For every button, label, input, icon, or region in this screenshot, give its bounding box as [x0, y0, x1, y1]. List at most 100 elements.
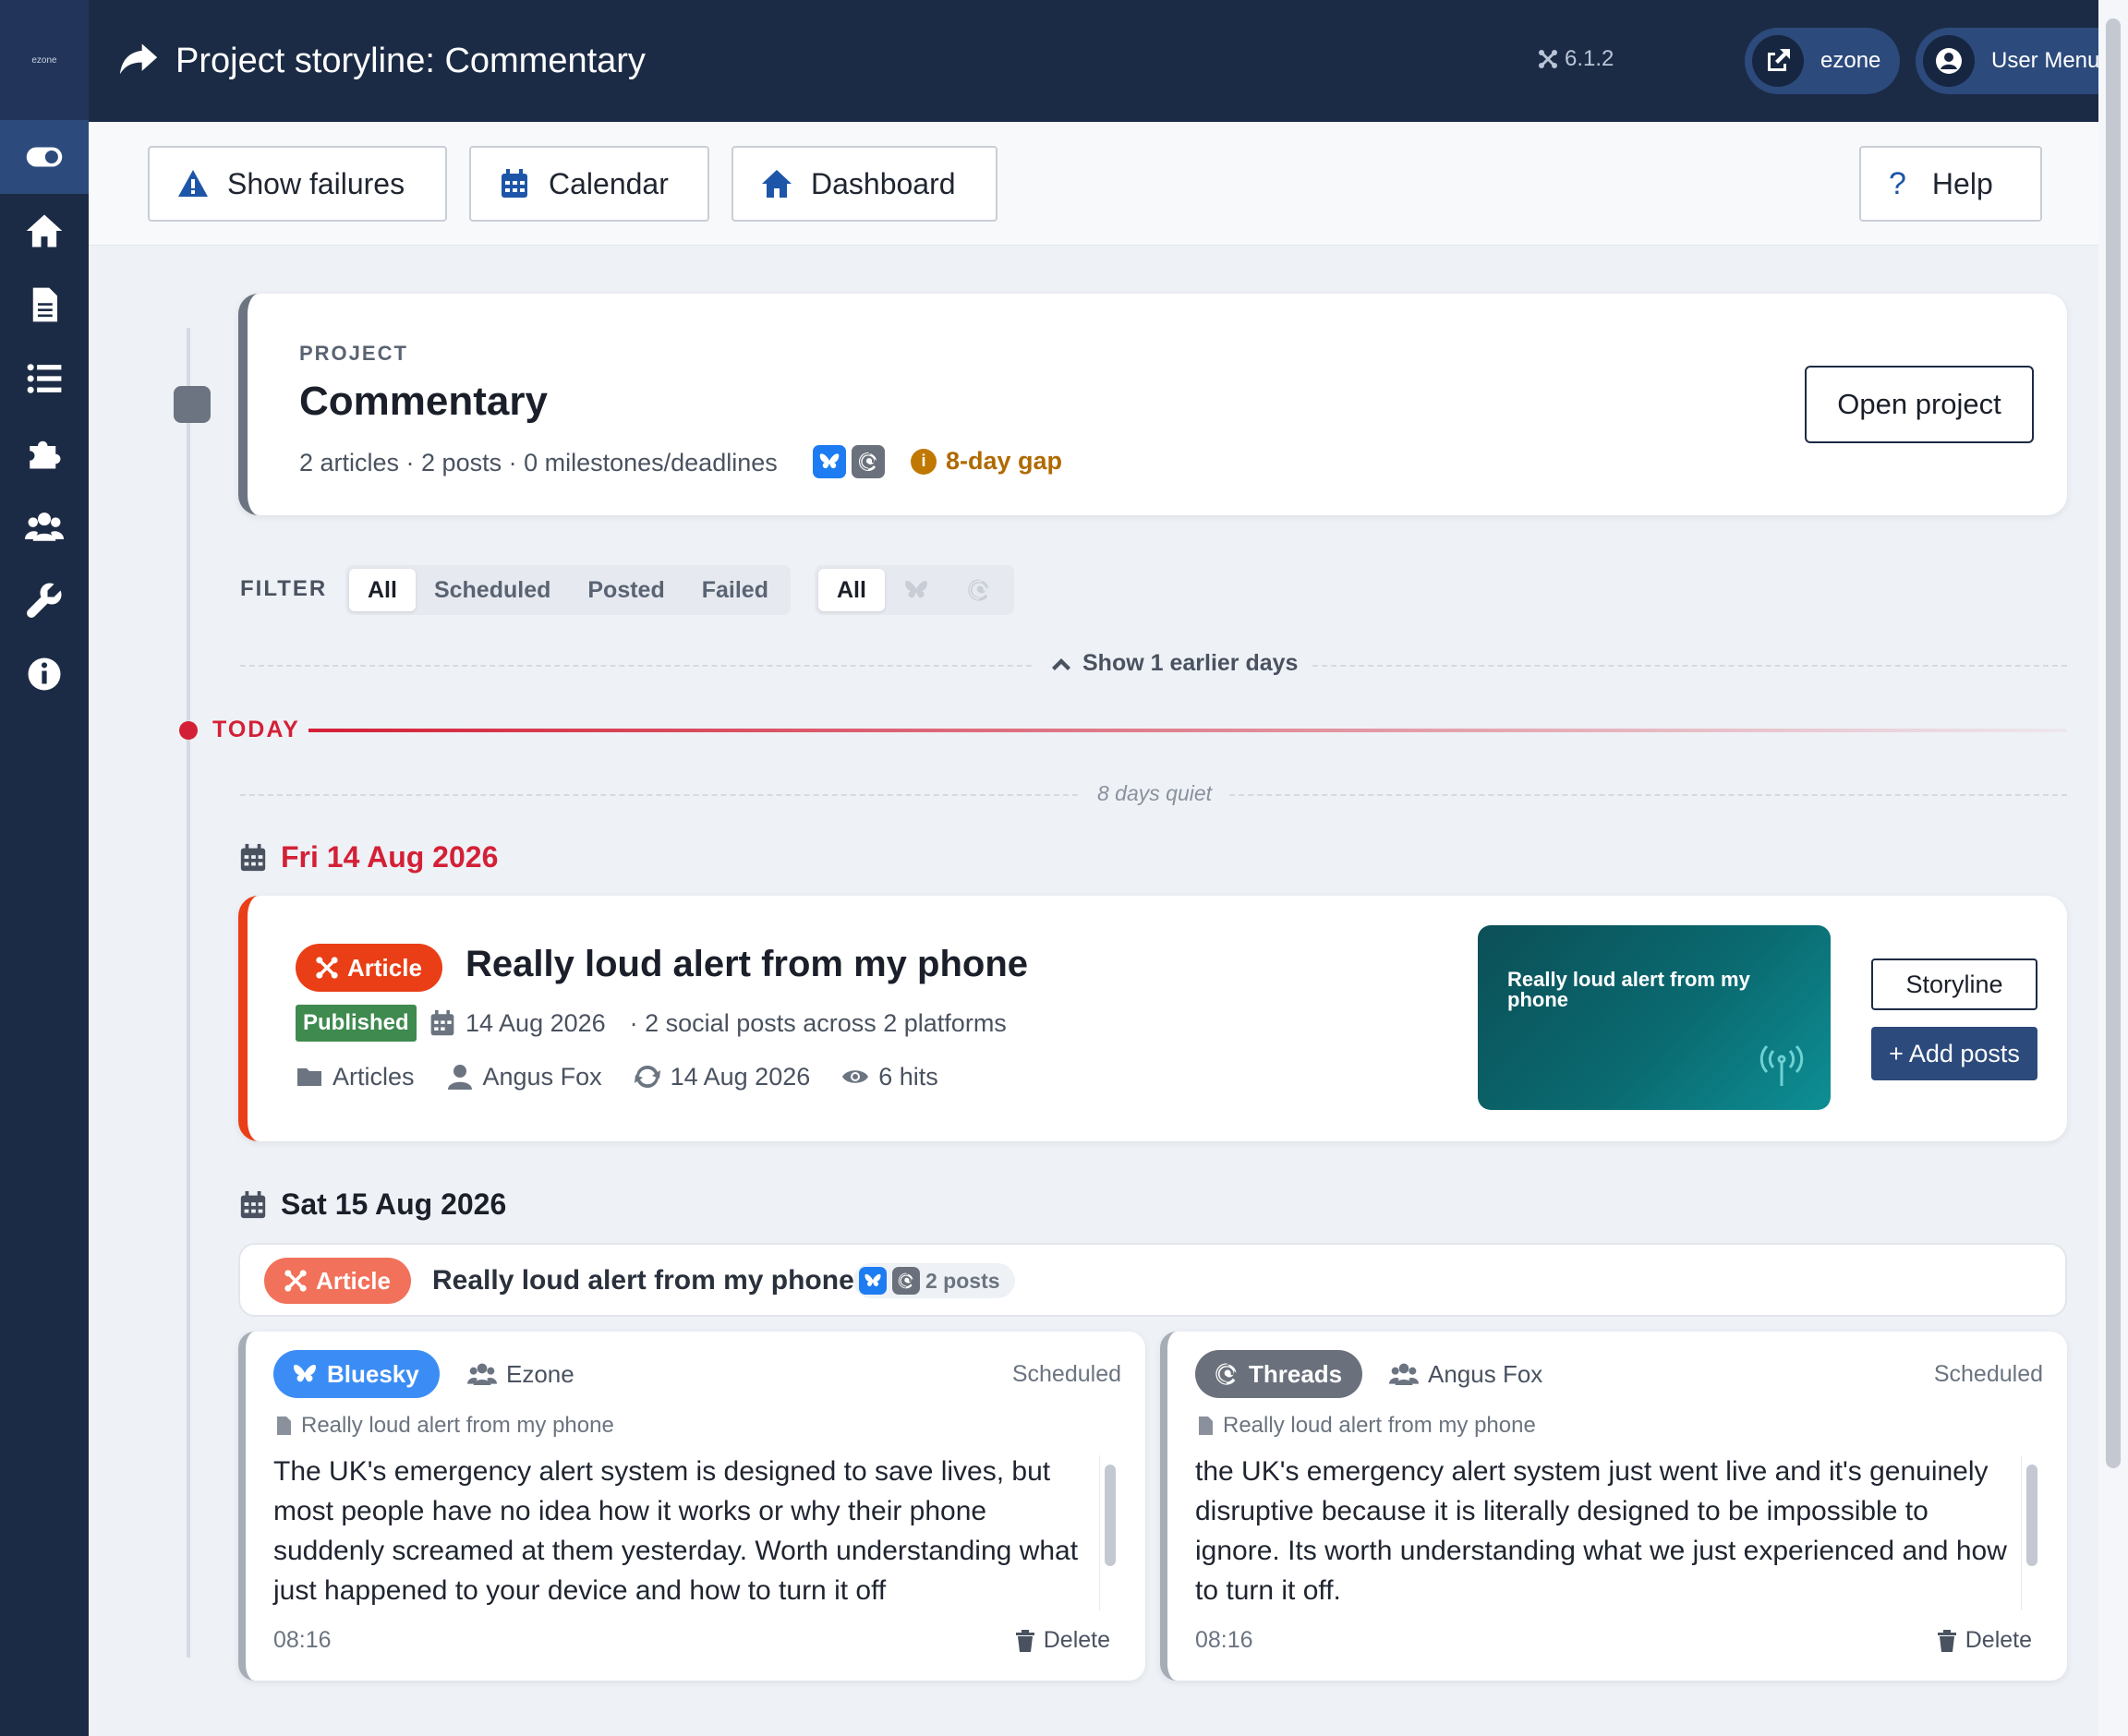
show-failures-label: Show failures: [227, 166, 405, 200]
share-arrow-icon: [118, 39, 159, 84]
sidebar-item-users[interactable]: [0, 489, 89, 563]
post-time[interactable]: 08:16: [1195, 1627, 1253, 1654]
filter-status-scheduled[interactable]: Scheduled: [416, 569, 569, 611]
show-failures-button[interactable]: Show failures: [148, 146, 447, 222]
help-button[interactable]: ? Help: [1859, 146, 2042, 222]
delete-post-button[interactable]: Delete: [1936, 1627, 2032, 1654]
sidebar-item-home[interactable]: [0, 194, 89, 268]
article-author-label: Angus Fox: [482, 1062, 602, 1091]
delete-post-button[interactable]: Delete: [1014, 1627, 1110, 1654]
filter-status-posted[interactable]: Posted: [569, 569, 683, 611]
post-text-scrollbar-thumb[interactable]: [1105, 1465, 1116, 1566]
post-text-scrollbar[interactable]: [1099, 1455, 1119, 1610]
sidebar-item-extensions[interactable]: [0, 416, 89, 489]
info-warning-icon: i: [911, 448, 937, 475]
show-earlier-row: Show 1 earlier days: [240, 646, 2067, 683]
published-badge: Published: [296, 1005, 417, 1042]
toolbar: Show failures Calendar Dashboard ? Help: [89, 122, 2098, 246]
post-account: Angus Fox: [1389, 1359, 1542, 1389]
calendar-label: Calendar: [549, 166, 669, 200]
delete-label: Delete: [1043, 1627, 1110, 1653]
day-heading-label: Sat 15 Aug 2026: [281, 1187, 507, 1221]
bluesky-icon: [859, 1267, 887, 1295]
users-icon: [25, 512, 64, 541]
broadcast-icon: [1759, 1044, 1804, 1086]
user-menu-label: User Menu: [1991, 48, 2100, 73]
file-icon: [277, 1417, 291, 1435]
external-link-icon: [1752, 35, 1804, 87]
version-number: 6.1.2: [1565, 46, 1614, 71]
site-link-label: ezone: [1820, 48, 1881, 73]
page-scrollbar[interactable]: [2098, 0, 2128, 1736]
platform-label: Bluesky: [327, 1359, 419, 1388]
post-text[interactable]: the UK's emergency alert system just wen…: [1195, 1452, 2017, 1610]
site-link-button[interactable]: ezone: [1745, 28, 1900, 94]
sidebar-item-toggle[interactable]: [0, 120, 89, 194]
trash-icon: [1937, 1629, 1956, 1652]
home-icon: [762, 170, 792, 198]
post-source: Really loud alert from my phone: [273, 1413, 614, 1439]
threads-icon: [892, 1267, 920, 1295]
post-account: Ezone: [467, 1359, 574, 1389]
calendar-button[interactable]: Calendar: [469, 146, 709, 222]
article-summary-card[interactable]: Article Really loud alert from my phone …: [238, 1243, 2067, 1317]
post-text-scrollbar[interactable]: [2021, 1455, 2041, 1610]
post-text-scrollbar-thumb[interactable]: [2026, 1465, 2037, 1566]
sidebar-item-info[interactable]: [0, 637, 89, 711]
add-posts-button[interactable]: + Add posts: [1871, 1027, 2037, 1080]
page-scrollbar-thumb[interactable]: [2106, 18, 2121, 1468]
sidebar: ezone: [0, 0, 89, 1736]
post-status: Scheduled: [1011, 1361, 1121, 1387]
calendar-icon: [430, 1009, 454, 1036]
posts-count-label: 2 posts: [925, 1268, 1000, 1293]
joomla-icon: [1539, 50, 1557, 68]
storyline-button[interactable]: Storyline: [1871, 958, 2037, 1010]
users-icon: [467, 1363, 497, 1385]
user-menu-button[interactable]: User Menu: [1916, 28, 2128, 94]
project-name: Commentary: [299, 379, 548, 424]
bluesky-icon: [904, 580, 927, 598]
sidebar-item-articles[interactable]: [0, 268, 89, 342]
article-hits-label: 6 hits: [878, 1062, 938, 1091]
post-text[interactable]: The UK's emergency alert system is desig…: [273, 1452, 1095, 1610]
open-project-button[interactable]: Open project: [1805, 366, 2034, 443]
calendar-icon: [240, 1190, 266, 1218]
post-time[interactable]: 08:16: [273, 1627, 332, 1654]
dashboard-button[interactable]: Dashboard: [732, 146, 998, 222]
threads-icon: [852, 445, 885, 478]
today-line: [308, 729, 2067, 732]
article-thumbnail[interactable]: Really loud alert from my phone: [1478, 925, 1831, 1110]
show-earlier-button[interactable]: Show 1 earlier days: [1034, 650, 1313, 677]
platform-filter: All: [815, 565, 1014, 615]
filter-platform-threads[interactable]: [948, 569, 1010, 611]
quiet-row: 8 days quiet: [240, 776, 2067, 813]
top-header: Project storyline: Commentary 6.1.2 ezon…: [89, 0, 2128, 122]
filter-platform-all[interactable]: All: [818, 569, 885, 611]
day-heading: Fri 14 Aug 2026: [238, 840, 498, 874]
post-account-label: Angus Fox: [1428, 1359, 1543, 1388]
timeline-axis: [187, 328, 190, 1658]
question-icon: ?: [1889, 165, 1906, 201]
thumbnail-title: Really loud alert from my phone: [1507, 968, 1750, 1011]
threads-icon: [968, 579, 989, 601]
article-title[interactable]: Really loud alert from my phone: [466, 944, 1028, 985]
platform-badge-threads: Threads: [1195, 1350, 1363, 1398]
filter-status-failed[interactable]: Failed: [683, 569, 787, 611]
social-post-card: Threads Angus Fox Scheduled Really loud …: [1160, 1332, 2067, 1681]
day-heading-label: Fri 14 Aug 2026: [281, 840, 499, 874]
article-hits: 6 hits: [841, 1063, 938, 1091]
filter-platform-bluesky[interactable]: [885, 569, 948, 611]
platform-badge-bluesky: Bluesky: [273, 1350, 440, 1398]
timeline-project-marker: [174, 386, 211, 423]
filter-status-all[interactable]: All: [349, 569, 416, 611]
page-title: Project storyline: Commentary: [175, 41, 646, 80]
sidebar-item-list[interactable]: [0, 342, 89, 416]
article-author: Angus Fox: [446, 1063, 602, 1091]
sidebar-item-system[interactable]: [0, 563, 89, 637]
delete-label: Delete: [1965, 1627, 2032, 1653]
home-icon: [26, 214, 63, 247]
article-date: 14 Aug 2026: [429, 1009, 606, 1038]
eye-icon: [842, 1070, 869, 1083]
post-source-label: Really loud alert from my phone: [301, 1413, 614, 1438]
sidebar-logo[interactable]: ezone: [0, 0, 89, 120]
